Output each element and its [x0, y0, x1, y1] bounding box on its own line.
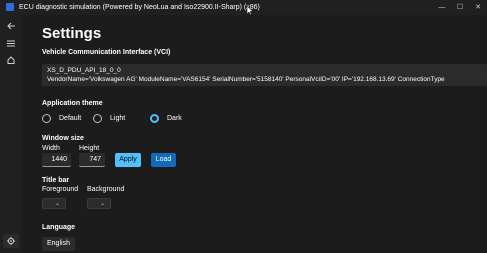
title-bar: ECU diagnostic simulation (Powered by Ne… — [0, 0, 487, 15]
vci-details: VendorName='Volkswagen AG' ModuleName='V… — [47, 76, 445, 83]
gear-icon — [7, 237, 15, 245]
theme-radio-light[interactable]: Light — [93, 114, 125, 123]
title-bar-heading: Title bar — [42, 177, 70, 184]
maximize-button[interactable]: ☐ — [454, 2, 466, 13]
mouse-cursor-icon — [247, 6, 253, 15]
load-button[interactable]: Load — [151, 153, 176, 167]
page-title: Settings — [42, 25, 102, 42]
height-input[interactable]: 747 — [79, 153, 105, 167]
settings-button[interactable] — [3, 234, 19, 248]
theme-radio-dark[interactable]: Dark — [150, 114, 182, 123]
nav-rail — [0, 15, 22, 253]
background-color-dropdown[interactable]: ⌄ — [87, 198, 111, 209]
background-label: Background — [87, 186, 125, 193]
home-button[interactable] — [3, 53, 19, 67]
width-input[interactable]: 1440 — [42, 153, 71, 167]
language-heading: Language — [42, 224, 76, 231]
back-button[interactable] — [3, 19, 19, 33]
foreground-color-dropdown[interactable]: ⌄ — [42, 198, 66, 209]
settings-page: Settings Vehicle Communication Interface… — [22, 15, 487, 253]
height-label: Height — [79, 145, 100, 152]
radio-button[interactable] — [93, 114, 102, 123]
radio-button[interactable] — [42, 114, 51, 123]
foreground-label: Foreground — [42, 186, 79, 193]
theme-heading: Application theme — [42, 100, 103, 107]
theme-radio-default[interactable]: Default — [42, 114, 81, 123]
radio-label: Dark — [167, 115, 182, 122]
vci-heading: Vehicle Communication Interface (VCI) — [42, 49, 171, 56]
vci-api-name: XS_D_PDU_API_18_0_0 — [47, 67, 121, 74]
close-button[interactable]: ✕ — [472, 2, 484, 13]
window-title: ECU diagnostic simulation (Powered by Ne… — [19, 4, 260, 11]
radio-label: Default — [59, 115, 82, 122]
language-dropdown[interactable]: English — [42, 237, 75, 251]
chevron-down-icon: ⌄ — [54, 201, 60, 207]
radio-label: Light — [110, 115, 126, 122]
radio-button-selected[interactable] — [150, 114, 159, 123]
hamburger-icon — [7, 40, 15, 46]
menu-button[interactable] — [3, 36, 19, 50]
app-icon — [6, 3, 14, 11]
window-size-heading: Window size — [42, 135, 84, 142]
vci-info-box[interactable]: XS_D_PDU_API_18_0_0 VendorName='Volkswag… — [42, 64, 487, 86]
home-icon — [7, 56, 15, 64]
minimize-button[interactable]: — — [436, 2, 448, 13]
width-label: Width — [42, 145, 60, 152]
chevron-down-icon: ⌄ — [99, 201, 105, 207]
apply-button[interactable]: Apply — [115, 153, 141, 167]
back-arrow-icon — [6, 22, 15, 30]
